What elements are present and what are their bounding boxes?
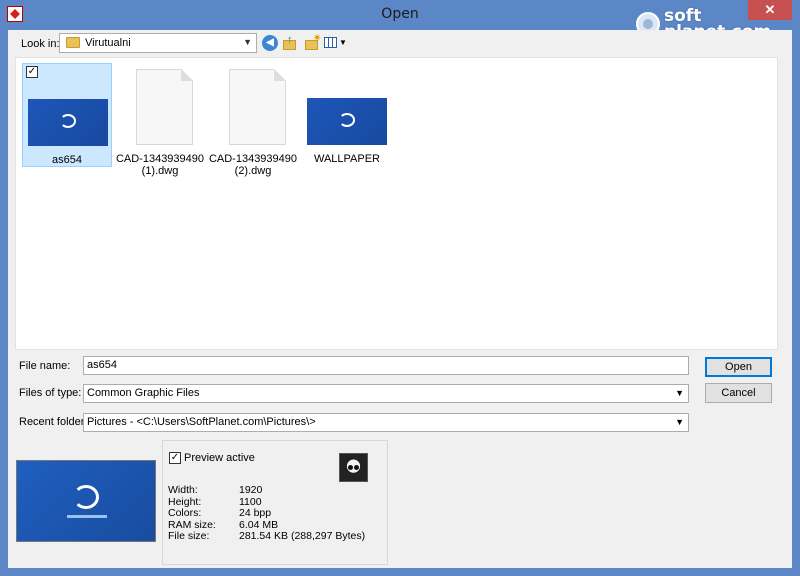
look-in-value: Virutualni [85, 37, 131, 49]
recent-folders-select[interactable]: Pictures - <C:\Users\SoftPlanet.com\Pict… [83, 413, 689, 432]
file-item-wallpaper[interactable]: WALLPAPER [302, 63, 392, 167]
width-value: 1920 [239, 484, 263, 496]
folder-icon [66, 37, 80, 48]
file-size-label: File size: [168, 530, 210, 542]
width-label: Width: [168, 484, 198, 496]
file-list-pane[interactable]: ✓ as654 CAD-1343939490 (1).dwg CAD-13439… [15, 57, 778, 350]
open-button[interactable]: Open [705, 357, 772, 377]
new-folder-icon[interactable]: ✷ [304, 33, 321, 51]
look-in-combobox[interactable]: Virutualni ▼ [59, 33, 257, 53]
preview-active-label[interactable]: Preview active [184, 452, 255, 464]
file-name-label-line2: (1).dwg [141, 165, 179, 177]
file-name-input[interactable]: as654 [83, 356, 689, 375]
cancel-button[interactable]: Cancel [705, 383, 772, 403]
file-name-label: File name: [19, 360, 71, 372]
document-icon [136, 69, 193, 145]
back-icon[interactable]: ◀ [262, 35, 278, 51]
title-bar[interactable]: Open ✕ soft planet.com [0, 0, 800, 41]
recent-folders-value: Pictures - <C:\Users\SoftPlanet.com\Pict… [87, 416, 316, 428]
file-type-value: Common Graphic Files [87, 387, 200, 399]
item-checkbox[interactable]: ✓ [26, 66, 38, 78]
preview-image [16, 460, 156, 542]
chevron-down-icon[interactable]: ▼ [675, 414, 684, 431]
preview-active-checkbox[interactable]: ✓ [169, 452, 181, 464]
chevron-down-icon[interactable]: ▼ [243, 37, 252, 47]
up-folder-icon[interactable]: ↑ [282, 34, 298, 51]
file-name-label: WALLPAPER [313, 153, 381, 165]
open-dialog-window: Open ✕ soft planet.com Look in: Virutual… [0, 0, 800, 576]
image-thumbnail [307, 98, 387, 145]
preview-info-panel: ✓ Preview active Width: 1920 Height: 110… [162, 440, 388, 565]
file-item-cad-1[interactable]: CAD-1343939490 (1).dwg [115, 63, 205, 177]
chevron-down-icon[interactable]: ▼ [675, 385, 684, 402]
file-name-label: as654 [52, 154, 82, 166]
panda-icon [339, 453, 368, 482]
view-menu-icon[interactable]: ▼ [324, 35, 347, 51]
look-in-label: Look in: [21, 38, 60, 50]
file-item-cad-2[interactable]: CAD-1343939490 (2).dwg [208, 63, 298, 177]
file-name-label-line2: (2).dwg [234, 165, 272, 177]
recent-folders-label: Recent folders: [19, 416, 93, 428]
file-name-label: CAD-1343939490 [115, 153, 205, 165]
file-type-select[interactable]: Common Graphic Files ▼ [83, 384, 689, 403]
document-icon [229, 69, 286, 145]
file-size-value: 281.54 KB (288,297 Bytes) [239, 530, 366, 542]
colors-value: 24 bpp [239, 507, 272, 519]
colors-label: Colors: [168, 507, 202, 519]
file-name-label: CAD-1343939490 [208, 153, 298, 165]
file-item-as654[interactable]: ✓ as654 [22, 63, 112, 167]
dialog-client-area: Look in: Virutualni ▼ ◀ ↑ ✷ ▼ ✓ as654 CA… [8, 30, 792, 568]
image-thumbnail [28, 99, 108, 146]
file-type-label: Files of type: [19, 387, 82, 399]
